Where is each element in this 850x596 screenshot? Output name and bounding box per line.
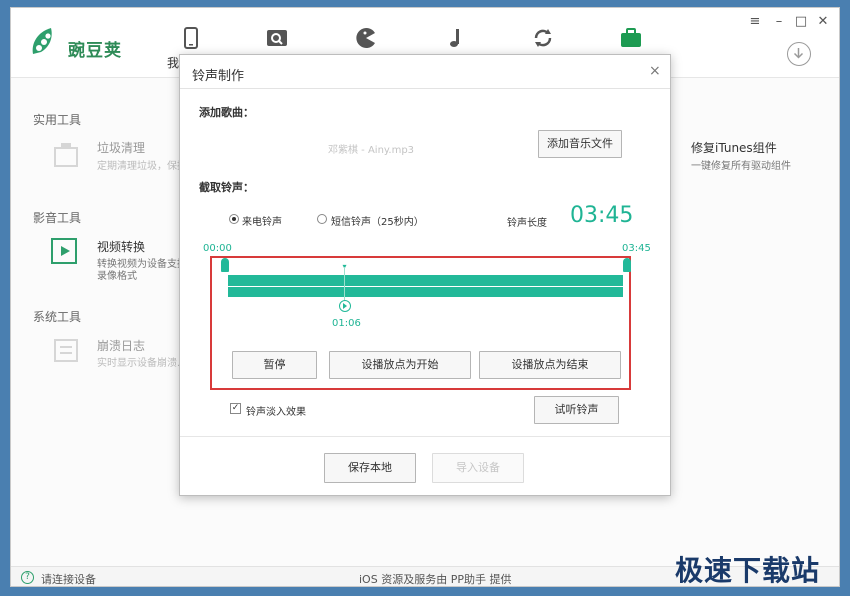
music-note-icon[interactable]: [443, 26, 467, 50]
dialog-close-icon[interactable]: ×: [649, 63, 661, 79]
playhead-time-label: 01:06: [332, 318, 361, 329]
fade-in-label[interactable]: 铃声淡入效果: [246, 403, 306, 418]
pause-button[interactable]: 暂停: [232, 351, 317, 379]
end-time-label: 03:45: [622, 243, 651, 254]
toolbox-icon[interactable]: [619, 26, 643, 50]
download-icon[interactable]: [787, 42, 811, 66]
sync-icon[interactable]: [531, 26, 555, 50]
cut-ringtone-label: 截取铃声：: [199, 181, 254, 194]
play-triangle-icon: [343, 303, 347, 309]
crash-log-icon[interactable]: [51, 335, 81, 365]
track-center-line: [228, 286, 623, 287]
search-photo-icon[interactable]: [265, 26, 289, 50]
watermark-text: 极速下载站: [675, 554, 821, 587]
connect-status: 请连接设备: [41, 573, 96, 586]
pacman-game-icon[interactable]: [354, 26, 378, 50]
radio-sms-label[interactable]: 短信铃声（25秒内）: [331, 213, 424, 228]
section-title-system: 系统工具: [33, 310, 82, 324]
app-name: 豌豆荚: [68, 41, 122, 61]
pea-logo-icon: [32, 28, 52, 54]
help-icon[interactable]: ?: [21, 571, 34, 584]
dialog-title: 铃声制作: [192, 69, 245, 84]
add-song-label: 添加歌曲：: [199, 106, 254, 119]
end-marker-handle[interactable]: [623, 258, 631, 272]
fade-in-checkbox[interactable]: ✓: [230, 403, 241, 414]
trash-clean-icon[interactable]: [51, 140, 81, 170]
radio-call-ringtone[interactable]: [229, 214, 239, 224]
tool-desc-crash: 实时显示设备崩溃...: [97, 358, 187, 369]
maximize-icon[interactable]: □: [793, 14, 809, 29]
service-provider-text: iOS 资源及服务由 PP助手 提供: [359, 573, 512, 586]
nav-label-my-device[interactable]: 我: [167, 54, 179, 71]
video-convert-icon[interactable]: [49, 236, 79, 266]
radio-sms-ringtone[interactable]: [317, 214, 327, 224]
tool-name-crash[interactable]: 崩溃日志: [97, 337, 145, 354]
set-end-button[interactable]: 设播放点为结束: [479, 351, 621, 379]
tool-name-itunes[interactable]: 修复iTunes组件: [691, 139, 777, 156]
save-local-button[interactable]: 保存本地: [324, 453, 416, 483]
ringtone-dialog: 铃声制作 × 添加歌曲： 邓紫棋 - Ainy.mp3 添加音乐文件 截取铃声：…: [179, 54, 671, 496]
divider: [180, 88, 670, 89]
set-start-button[interactable]: 设播放点为开始: [329, 351, 471, 379]
playhead-line[interactable]: [344, 267, 345, 301]
tool-desc-itunes: 一键修复所有驱动组件: [691, 161, 791, 172]
preview-ringtone-button[interactable]: 试听铃声: [534, 396, 619, 424]
import-device-button[interactable]: 导入设备: [432, 453, 524, 483]
close-icon[interactable]: ✕: [815, 14, 831, 29]
minimize-icon[interactable]: –: [771, 14, 787, 29]
radio-call-label[interactable]: 来电铃声: [242, 213, 282, 228]
add-music-file-button[interactable]: 添加音乐文件: [538, 130, 622, 158]
start-time-label: 00:00: [203, 243, 232, 254]
tool-name-video[interactable]: 视频转换: [97, 238, 145, 255]
tool-name-trash[interactable]: 垃圾清理: [97, 139, 145, 156]
ringtone-length-label: 铃声长度: [507, 218, 547, 229]
menu-icon[interactable]: ≡: [747, 14, 763, 29]
phone-icon[interactable]: [179, 26, 203, 50]
section-title-media: 影音工具: [33, 211, 82, 225]
footer-divider: [180, 436, 670, 437]
start-marker-handle[interactable]: [221, 258, 229, 272]
tool-desc-video-2: 录像格式: [97, 271, 137, 282]
section-title-utility: 实用工具: [33, 113, 82, 127]
song-file-name: 邓紫棋 - Ainy.mp3: [328, 145, 415, 156]
ringtone-length-value: 03:45: [570, 203, 634, 228]
